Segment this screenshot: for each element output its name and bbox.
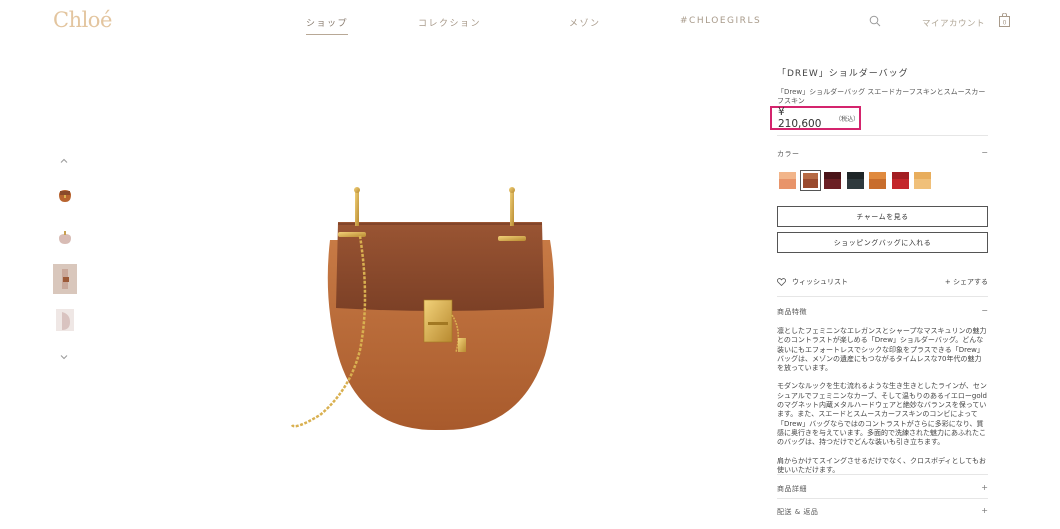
color-swatch-4[interactable]: [845, 170, 866, 191]
my-account-link[interactable]: マイアカウント: [922, 17, 985, 29]
color-swatch-fill: [802, 173, 818, 188]
nav-maison[interactable]: メゾン: [569, 16, 601, 29]
product-title: 「DREW」ショルダーバッグ: [777, 69, 909, 79]
color-label: カラー: [777, 150, 800, 158]
wishlist-label: ウィッシュリスト: [792, 278, 848, 286]
thumbnail-3[interactable]: [53, 264, 77, 294]
color-swatch-fill: [914, 172, 931, 189]
thumbnail-detail-icon: [56, 309, 74, 331]
color-toggle[interactable]: −: [981, 148, 988, 157]
details-toggle[interactable]: +: [981, 483, 988, 492]
thumbnail-bag-back-icon: [59, 231, 71, 244]
bag-count: 0: [1003, 20, 1007, 27]
color-swatch-fill: [869, 172, 886, 189]
thumb-down-arrow-icon[interactable]: [58, 352, 70, 362]
color-swatch-5[interactable]: [867, 170, 888, 191]
view-charm-button[interactable]: チャームを見る: [777, 206, 988, 227]
nav-shop[interactable]: ショップ: [306, 16, 349, 35]
divider: [777, 498, 988, 499]
thumbnail-1[interactable]: [53, 181, 77, 211]
share-link[interactable]: + シェアする: [945, 277, 988, 287]
heart-icon: [777, 278, 786, 286]
description-paragraph: モダンなルックを生む流れるような生き生きとしたラインが、センシュアルでフェミニン…: [777, 382, 987, 447]
color-swatch-6[interactable]: [890, 170, 911, 191]
thumbnail-2[interactable]: [53, 223, 77, 253]
thumbnail-model-icon: [62, 269, 69, 289]
search-icon[interactable]: [869, 15, 881, 27]
price-highlight: ¥ 210,600 （税込）: [770, 106, 861, 130]
shopping-bag-icon[interactable]: 0: [999, 13, 1010, 27]
description-paragraph: 肩からかけてスイングさせるだけでなく、クロスボディとしてもお使いいただけます。: [777, 456, 986, 474]
wishlist-link[interactable]: ウィッシュリスト: [777, 277, 848, 287]
color-swatch-fill: [846, 172, 864, 189]
divider: [777, 135, 988, 136]
product-info-panel: 「DREW」ショルダーバッグ 「Drew」ショルダーバッグ スエードカーフスキン…: [770, 64, 988, 516]
thumb-up-arrow-icon[interactable]: [58, 156, 70, 166]
divider: [777, 296, 988, 297]
product-subtitle: 「Drew」ショルダーバッグ スエードカーフスキンとスムースカーフスキン: [777, 88, 986, 105]
shipping-toggle[interactable]: +: [981, 506, 988, 515]
shipping-label[interactable]: 配送 & 返品: [777, 507, 818, 517]
product-price: ¥ 210,600: [778, 106, 822, 130]
color-swatch-2[interactable]: [799, 170, 821, 191]
chloe-logo[interactable]: Chloé: [53, 8, 112, 32]
thumbnail-bag-front-icon: [59, 190, 71, 202]
description-paragraph: 凛としたフェミニンなエレガンスとシャープなマスキュリンの魅力とのコントラストが楽…: [777, 327, 987, 373]
product-description: 凛としたフェミニンなエレガンスとシャープなマスキュリンの魅力とのコントラストが楽…: [777, 327, 988, 484]
color-swatch-fill: [779, 172, 796, 189]
add-to-bag-button[interactable]: ショッピングバッグに入れる: [777, 232, 988, 253]
tax-label: （税込）: [835, 115, 860, 123]
color-swatch-7[interactable]: [912, 170, 933, 191]
nav-chloegirls[interactable]: #CHLOEGIRLS: [680, 16, 761, 26]
thumbnail-4[interactable]: [53, 305, 77, 335]
color-swatches: [777, 170, 933, 191]
details-label[interactable]: 商品詳細: [777, 484, 807, 494]
features-toggle[interactable]: −: [981, 306, 988, 315]
color-swatch-fill: [891, 172, 909, 189]
color-swatch-fill: [824, 172, 841, 189]
divider: [777, 474, 988, 475]
color-swatch-3[interactable]: [822, 170, 843, 191]
color-swatch-1[interactable]: [777, 170, 798, 191]
nav-collection[interactable]: コレクション: [418, 16, 481, 29]
features-label[interactable]: 商品特徴: [777, 307, 807, 317]
site-header: Chloé ショップ コレクション メゾン #CHLOEGIRLS マイアカウン…: [0, 0, 1060, 44]
product-main-image[interactable]: [280, 180, 580, 440]
